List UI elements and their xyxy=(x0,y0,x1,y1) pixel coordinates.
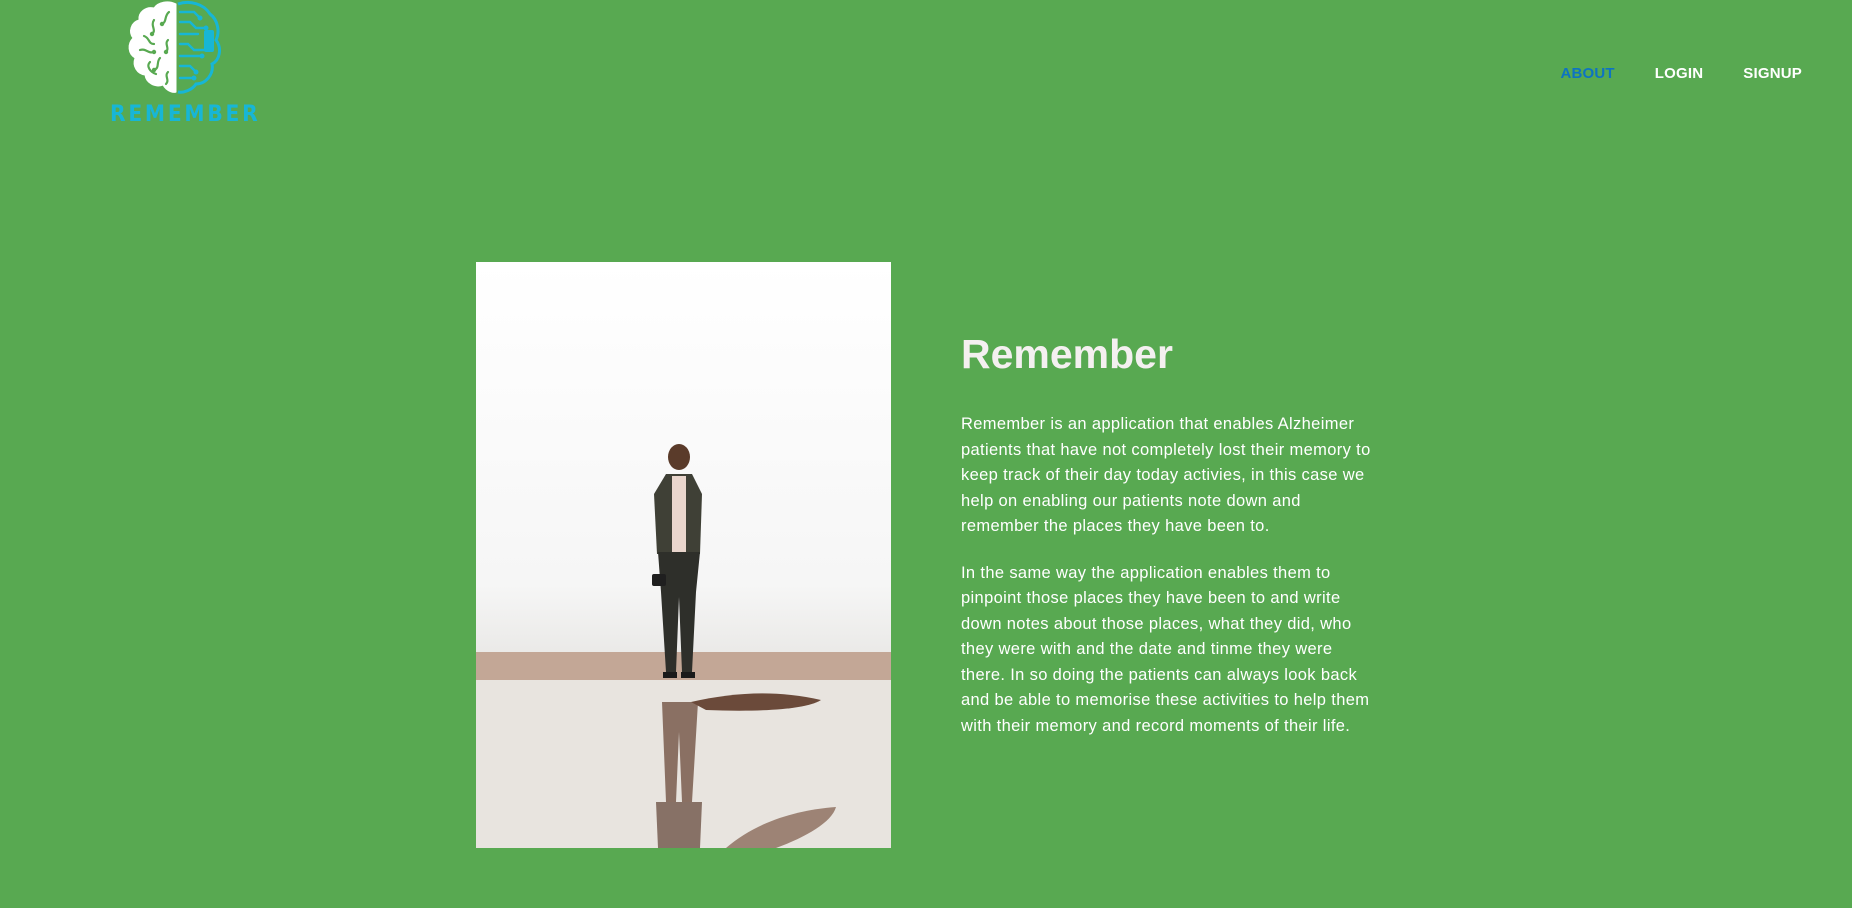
logo-link[interactable]: REMEMBER xyxy=(106,0,258,132)
about-paragraph-2: In the same way the application enables … xyxy=(961,563,1370,735)
brain-logo-icon xyxy=(128,0,221,94)
top-nav: ABOUT LOGIN SIGNUP xyxy=(1520,65,1802,82)
page-title: Remember xyxy=(961,331,1173,377)
nav-signup-link[interactable]: SIGNUP xyxy=(1743,65,1802,82)
hero-photo xyxy=(476,262,891,848)
man-with-camera-image xyxy=(476,444,891,848)
nav-login-link[interactable]: LOGIN xyxy=(1655,65,1704,82)
about-section: Remember Remember is an application that… xyxy=(961,330,1381,760)
about-paragraph-1: Remember is an application that enables … xyxy=(961,415,1371,535)
logo-text: REMEMBER xyxy=(110,102,261,127)
page: REMEMBER ABOUT LOGIN SIGNUP Remember Rem… xyxy=(0,0,1852,908)
nav-about-link[interactable]: ABOUT xyxy=(1560,65,1614,82)
